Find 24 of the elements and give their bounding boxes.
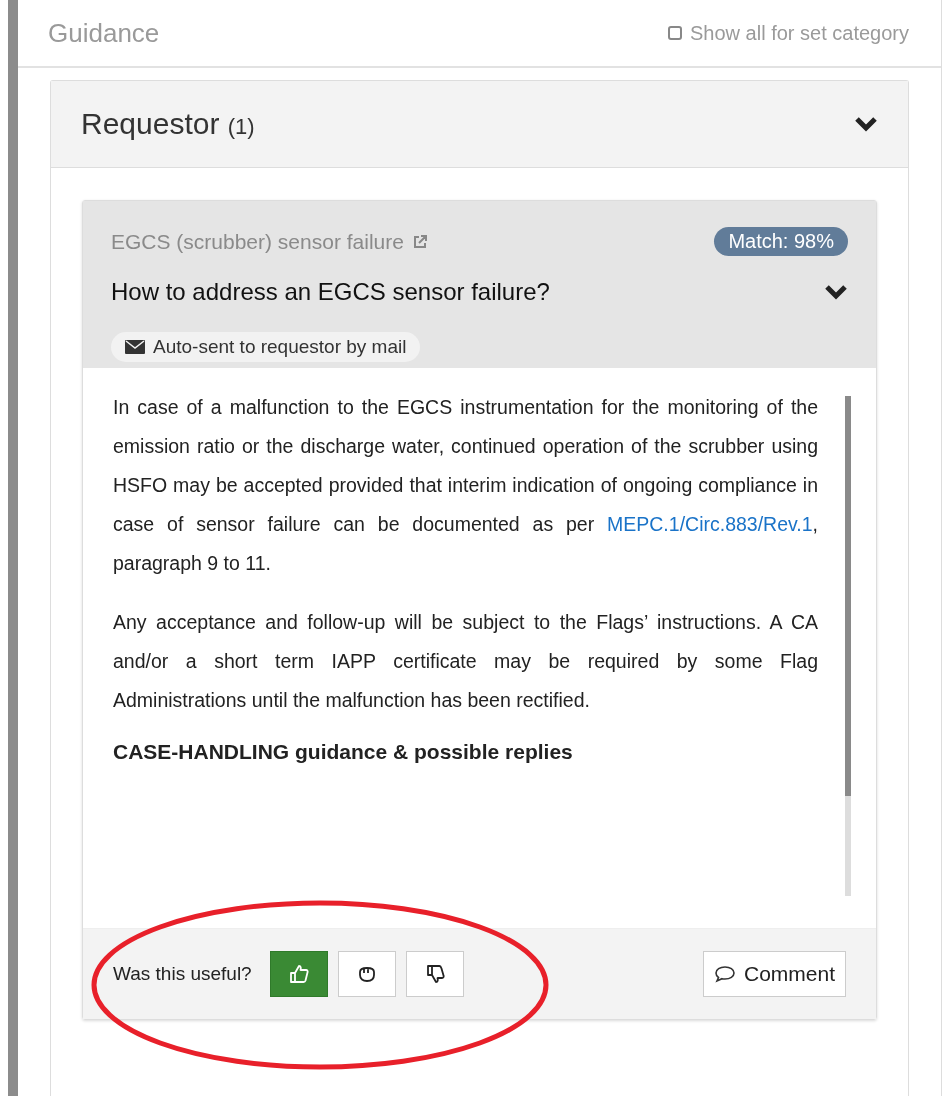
category-link[interactable]: EGCS (scrubber) sensor failure	[111, 229, 404, 254]
match-badge: Match: 98%	[714, 227, 848, 256]
comment-button[interactable]: Comment	[702, 951, 846, 997]
show-all-checkbox[interactable]: Show all for set category	[668, 21, 909, 45]
section-header[interactable]: Requestor (1)	[51, 81, 908, 168]
thumbs-up-button[interactable]	[269, 951, 328, 997]
feedback-prompt: Was this useful?	[113, 963, 252, 985]
section-subheading: CASE-HANDLING guidance & possible replies	[113, 740, 574, 764]
neutral-button[interactable]	[337, 951, 396, 997]
hand-icon	[356, 964, 377, 984]
question-title: How to address an EGCS sensor failure?	[111, 278, 550, 306]
section-title: Requestor (1)	[81, 107, 255, 141]
external-link-icon	[411, 233, 428, 250]
guidance-paragraph: Any acceptance and follow-up will be subject to the Flags’ instructions. A CA and/or a short term IAPP certificate may be required by some Flag Administrations until the malfunction has been rectified.	[113, 610, 818, 713]
thumbs-up-icon	[288, 964, 309, 984]
panel-title: Guidance	[48, 17, 160, 49]
envelope-icon	[125, 339, 145, 355]
thumbs-down-icon	[424, 964, 445, 984]
speech-bubble-icon	[713, 965, 736, 983]
thumbs-down-button[interactable]	[405, 951, 464, 997]
auto-sent-text: Auto-sent to requestor by mail	[153, 336, 407, 358]
reference-link[interactable]: MEPC.1/Circ.883/Rev.1	[607, 513, 813, 535]
guidance-paragraph: In case of a malfunction to the EGCS instrumentation for the monitoring of the emission ratio or the discharge water, continued operation of the scrubber using HSFO may be accepted provided that interim indication of ongoing compliance in case of sensor failure can be documented as per MEPC.1/Circ.883/Rev.1, paragraph 9 to 11.	[113, 395, 818, 576]
scrollbar-thumb[interactable]	[845, 396, 851, 796]
